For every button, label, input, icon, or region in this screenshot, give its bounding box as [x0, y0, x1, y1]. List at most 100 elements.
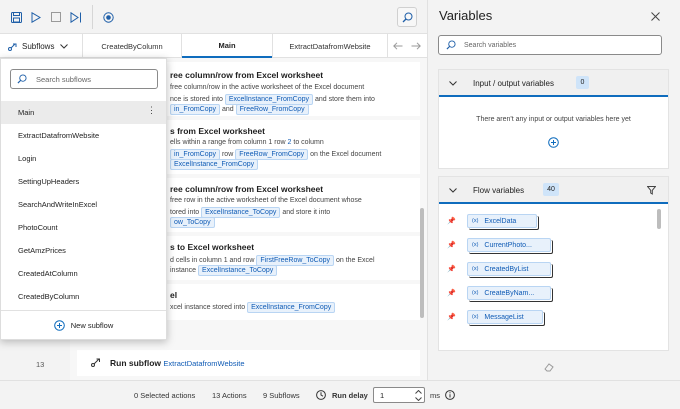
action-card[interactable]: Run subflow ExtractDatafromWebsite: [77, 350, 420, 376]
tab-extractdatafromwebsite[interactable]: ExtractDatafromWebsite: [272, 34, 388, 58]
run-delay-unit: ms: [430, 391, 440, 400]
search-icon: [17, 74, 27, 84]
arrow-left-icon: [393, 42, 403, 50]
subflow-item-label: Main: [18, 108, 35, 117]
pin-icon[interactable]: 📌: [447, 313, 456, 321]
subflows-count: 9 Subflows: [263, 391, 300, 400]
variable-row[interactable]: 📌 (x) ExcelData: [439, 210, 654, 234]
add-variable-button[interactable]: [548, 137, 559, 148]
line-number: 13: [36, 360, 45, 369]
info-icon[interactable]: [445, 390, 455, 400]
chevron-down-icon: [60, 43, 69, 49]
eraser-icon[interactable]: [544, 362, 554, 372]
section-label: Input / output variables: [473, 79, 554, 88]
pin-icon[interactable]: 📌: [447, 265, 456, 273]
more-options-icon[interactable]: ⋮: [147, 106, 156, 115]
selected-actions-count: 0 Selected actions: [134, 391, 196, 400]
subflow-search-input[interactable]: Search subflows: [10, 69, 158, 89]
variable-tag[interactable]: ExcelInstance_FromCopy: [170, 159, 259, 170]
search-button[interactable]: [397, 7, 417, 27]
status-bar: 0 Selected actions 13 Actions 9 Subflows…: [0, 380, 680, 409]
variable-type-icon: (x): [472, 266, 479, 272]
tab-scroll-right-button[interactable]: [409, 40, 423, 52]
variable-chip[interactable]: (x) ExcelData: [467, 214, 537, 228]
variable-row[interactable]: 📌 (x) MessageList: [439, 306, 654, 330]
variable-chip[interactable]: (x) CurrentPhoto...: [467, 238, 551, 252]
subflow-item[interactable]: SearchAndWriteInExcel: [1, 193, 166, 216]
clock-icon: [316, 390, 326, 400]
pane-title: Variables: [439, 8, 493, 23]
action-title: el: [170, 290, 178, 300]
subflow-item[interactable]: GetAmzPrices: [1, 239, 166, 262]
variable-type-icon: (x): [472, 290, 479, 296]
variable-search-input[interactable]: Search variables: [438, 35, 662, 55]
editor-scrollbar[interactable]: [420, 208, 424, 318]
toolbar: [0, 0, 427, 34]
flow-variables-section: Flow variables 40 📌 (x) ExcelData 📌 (x) Cu…: [438, 176, 669, 351]
subflow-item[interactable]: ExtractDatafromWebsite: [1, 124, 166, 147]
new-subflow-button[interactable]: New subflow: [1, 311, 166, 339]
save-icon[interactable]: [8, 9, 24, 25]
pin-icon[interactable]: 📌: [447, 241, 456, 249]
stop-icon[interactable]: [48, 9, 64, 25]
variable-tag[interactable]: in_FromCopy: [170, 104, 221, 115]
tab-createdbycolumn[interactable]: CreatedByColumn: [82, 34, 182, 58]
variable-tag[interactable]: ExcelInstance_FromCopy: [247, 302, 336, 313]
subflow-item-main[interactable]: Main ⋮: [1, 101, 166, 124]
close-icon: [650, 11, 660, 21]
close-button[interactable]: [648, 9, 662, 23]
add-icon: [53, 319, 65, 331]
section-header[interactable]: Input / output variables 0: [439, 70, 668, 97]
record-icon[interactable]: [100, 9, 116, 25]
run-next-icon[interactable]: [68, 9, 84, 25]
subflows-icon: [8, 43, 17, 51]
subflow-item[interactable]: CreatedByColumn: [1, 285, 166, 308]
count-badge: 0: [576, 76, 589, 89]
subflows-dropdown: Search subflows Main ⋮ ExtractDatafromWe…: [0, 58, 167, 340]
chevron-down-icon: [449, 188, 457, 193]
variable-tag[interactable]: ExcelInstance_ToCopy: [198, 265, 278, 276]
subflows-label: Subflows: [22, 41, 55, 51]
actions-count: 13 Actions: [212, 391, 247, 400]
action-description: ow_ToCopy: [170, 217, 215, 228]
run-delay-input[interactable]: 1: [373, 387, 425, 403]
tab-main[interactable]: Main: [182, 34, 272, 58]
search-icon: [402, 12, 412, 22]
action-description: free row in the active worksheet of the …: [170, 197, 362, 204]
count-badge: 40: [543, 183, 559, 196]
variable-tag[interactable]: ow_ToCopy: [170, 217, 215, 228]
variables-pane: Variables Search variables Input / outpu…: [427, 0, 680, 380]
subflow-item[interactable]: SettingUpHeaders: [1, 170, 166, 193]
action-title: ree column/row from Excel worksheet: [170, 184, 324, 194]
variable-row[interactable]: 📌 (x) CreateByNam...: [439, 282, 654, 306]
variable-chip[interactable]: (x) CreateByNam...: [467, 286, 551, 300]
chevron-up-icon[interactable]: [415, 390, 422, 394]
variable-row[interactable]: 📌 (x) CreatedByList: [439, 258, 654, 282]
add-icon: [548, 137, 559, 148]
subflow-tabs: Subflows CreatedByColumn Main ExtractDat…: [0, 34, 427, 58]
pin-icon[interactable]: 📌: [447, 289, 456, 297]
action-description: instance ExcelInstance_ToCopy: [170, 265, 278, 276]
section-header[interactable]: Flow variables 40: [439, 177, 668, 204]
run-subflow-icon: [91, 357, 102, 367]
variable-chip[interactable]: (x) MessageList: [467, 310, 543, 324]
search-icon: [446, 40, 456, 50]
subflow-item[interactable]: PhotoCount: [1, 216, 166, 239]
run-icon[interactable]: [28, 9, 44, 25]
search-placeholder: Search subflows: [36, 74, 92, 84]
subflow-item[interactable]: CreatedAtColumn: [1, 262, 166, 285]
variables-scrollbar[interactable]: [657, 209, 661, 229]
subflows-button[interactable]: Subflows: [0, 34, 82, 58]
new-subflow-label: New subflow: [70, 320, 114, 330]
empty-message: There aren't any input or output variabl…: [476, 116, 631, 123]
variable-tag[interactable]: FreeRow_FromCopy: [235, 104, 309, 115]
subflow-item[interactable]: Login: [1, 147, 166, 170]
tab-scroll-left-button[interactable]: [391, 40, 405, 52]
filter-icon[interactable]: [647, 186, 656, 195]
pin-icon[interactable]: 📌: [447, 217, 456, 225]
variable-row[interactable]: 📌 (x) CurrentPhoto...: [439, 234, 654, 258]
chevron-down-icon[interactable]: [415, 397, 422, 401]
action-description: ells within a range from column 1 row 2 …: [170, 139, 324, 146]
subflow-link[interactable]: ExtractDatafromWebsite: [163, 359, 244, 368]
variable-chip[interactable]: (x) CreatedByList: [467, 262, 551, 276]
